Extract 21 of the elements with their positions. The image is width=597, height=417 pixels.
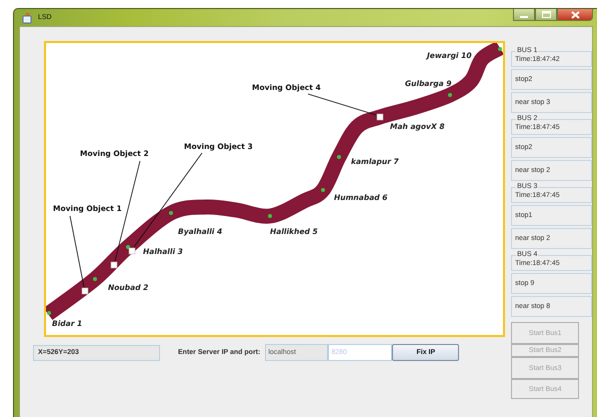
moving-object-marker — [82, 288, 88, 294]
stop-marker — [47, 311, 51, 315]
stop-marker — [169, 211, 173, 215]
minimize-button[interactable] — [513, 9, 535, 21]
leader-line — [70, 216, 84, 288]
stop-marker — [93, 277, 97, 281]
moving-object-marker — [376, 114, 384, 120]
stop-marker — [268, 214, 272, 218]
stop-marker — [448, 93, 452, 97]
maximize-button[interactable] — [535, 9, 557, 21]
leader-line — [308, 94, 376, 116]
close-button[interactable] — [557, 9, 593, 21]
stop-marker — [498, 47, 502, 51]
maximize-icon — [542, 11, 550, 18]
moving-object-marker — [110, 262, 118, 268]
stop-marker — [126, 245, 130, 249]
stop-marker — [337, 155, 341, 159]
moving-object-marker — [128, 248, 136, 254]
stop-marker — [321, 188, 325, 192]
cup-icon — [22, 12, 34, 24]
close-icon — [570, 10, 580, 18]
